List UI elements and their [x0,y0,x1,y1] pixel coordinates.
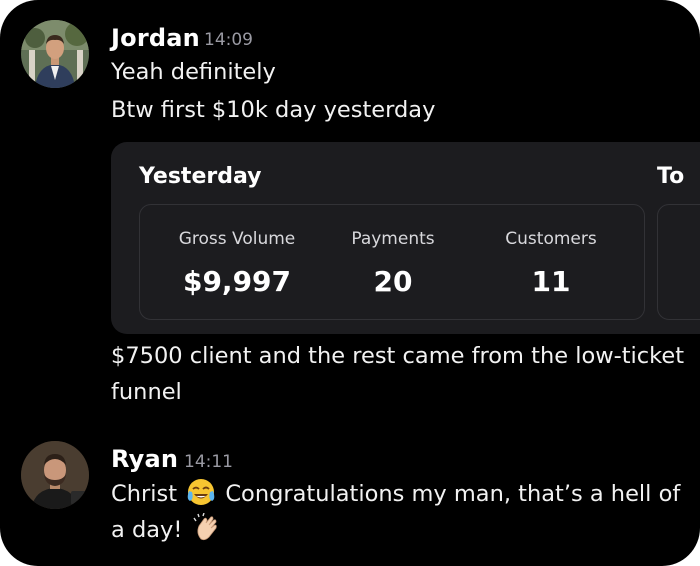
message-text: funnel [111,379,182,405]
avatar-ryan[interactable] [21,441,89,509]
stats-card-embed: Yesterday To Gross Volume $9,997 Payment… [111,142,700,334]
avatar-jordan[interactable] [21,20,89,88]
card-title-secondary: To [657,164,685,189]
chat-window: Jordan 14:09 Yeah definitely Btw first $… [0,0,700,566]
message-text: a day! [111,512,224,555]
clapping-hands-emoji [192,512,222,555]
message-text-part: a day! [111,517,183,543]
stat-gross-volume: Gross Volume $9,997 [153,205,321,321]
stat-label: Payments [351,229,435,249]
stats-box: Gross Volume $9,997 Payments 20 Customer… [139,204,645,320]
stat-value: 20 [373,265,413,298]
stats-box-secondary [657,204,700,320]
card-title: Yesterday [139,164,262,189]
stat-payments: Payments 20 [309,205,477,321]
stat-label: Gross Volume [178,229,296,249]
message-text: $7500 client and the rest came from the … [111,343,685,369]
username[interactable]: Ryan [111,445,178,473]
message-text: Btw first $10k day yesterday [111,97,436,123]
stat-label: Customers [505,229,597,249]
message-text-part: Christ [111,481,178,507]
stat-value: 11 [531,265,571,298]
timestamp: 14:11 [184,452,233,472]
username[interactable]: Jordan [111,24,200,52]
message-text: Yeah definitely [111,59,276,85]
message-text-part: Congratulations my man, that’s a hell of [225,481,681,507]
timestamp: 14:09 [204,30,253,50]
stat-value: $9,997 [182,265,292,298]
stat-customers: Customers 11 [467,205,635,321]
